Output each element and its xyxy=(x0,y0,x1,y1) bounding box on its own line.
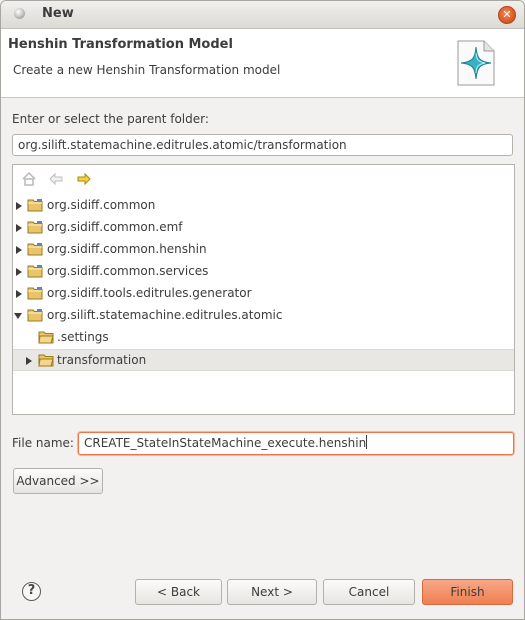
tree-item[interactable]: org.sidiff.common.emf xyxy=(13,217,514,239)
folder-icon xyxy=(38,331,54,344)
tree-item-label: org.sidiff.common.emf xyxy=(47,220,183,234)
tree-item-label: org.silift.statemachine.editrules.atomic xyxy=(47,308,283,322)
tree-item-label: org.sidiff.common.services xyxy=(47,264,209,278)
tree-item[interactable]: .settings xyxy=(13,327,514,349)
back-button[interactable]: < Back xyxy=(135,579,222,605)
tree-item-label: org.sidiff.tools.editrules.generator xyxy=(47,286,252,300)
page-description: Create a new Henshin Transformation mode… xyxy=(13,63,281,77)
tree-item[interactable]: org.sidiff.common.henshin xyxy=(13,239,514,261)
expand-arrow-icon[interactable] xyxy=(16,268,22,276)
text-cursor xyxy=(366,435,368,449)
close-button[interactable]: ✕ xyxy=(498,6,516,24)
finish-button[interactable]: Finish xyxy=(422,579,513,605)
forward-arrow-icon[interactable] xyxy=(76,171,92,187)
tree-item-label: transformation xyxy=(57,353,147,367)
file-name-field[interactable]: CREATE_StateInStateMachine_execute.hensh… xyxy=(78,432,514,455)
file-name-value: CREATE_StateInStateMachine_execute.hensh… xyxy=(84,436,367,450)
tree-item-selected[interactable]: transformation xyxy=(13,349,514,371)
back-arrow-icon[interactable] xyxy=(48,171,64,187)
page-title: Henshin Transformation Model xyxy=(8,37,233,52)
parent-folder-label: Enter or select the parent folder: xyxy=(12,112,209,126)
henshin-wizard-icon xyxy=(457,40,495,86)
tree-item[interactable]: org.sidiff.common.services xyxy=(13,261,514,283)
project-folder-icon xyxy=(27,309,43,322)
project-folder-icon xyxy=(27,243,43,256)
home-icon[interactable] xyxy=(21,171,37,187)
expand-arrow-icon[interactable] xyxy=(16,290,22,298)
project-folder-icon xyxy=(27,199,43,212)
help-icon[interactable]: ? xyxy=(22,582,41,601)
title-bar: New ✕ xyxy=(1,1,524,29)
collapse-arrow-icon[interactable] xyxy=(14,313,22,319)
close-icon: ✕ xyxy=(502,8,512,21)
tree-toolbar xyxy=(13,165,514,193)
advanced-button[interactable]: Advanced >> xyxy=(13,468,103,494)
project-folder-icon xyxy=(27,221,43,234)
project-folder-icon xyxy=(27,265,43,278)
tree-item[interactable]: org.silift.statemachine.editrules.atomic xyxy=(13,305,514,327)
cancel-button[interactable]: Cancel xyxy=(323,579,415,605)
folder-tree[interactable]: org.sidiff.common org.sidiff.common.emf … xyxy=(12,164,515,415)
next-button[interactable]: Next > xyxy=(227,579,317,605)
window-title: New xyxy=(42,6,74,21)
tree-item-label: .settings xyxy=(57,330,109,344)
tree-item[interactable]: org.sidiff.common xyxy=(13,195,514,217)
project-folder-icon xyxy=(27,287,43,300)
folder-icon xyxy=(38,354,54,367)
expand-arrow-icon[interactable] xyxy=(16,202,22,210)
file-name-label: File name: xyxy=(12,436,74,450)
expand-arrow-icon[interactable] xyxy=(26,357,32,365)
tree-item-label: org.sidiff.common xyxy=(47,198,156,212)
expand-arrow-icon[interactable] xyxy=(16,224,22,232)
expand-arrow-icon[interactable] xyxy=(16,246,22,254)
tree-item-label: org.sidiff.common.henshin xyxy=(47,242,207,256)
tree-item[interactable]: org.sidiff.tools.editrules.generator xyxy=(13,283,514,305)
wizard-header: Henshin Transformation Model Create a ne… xyxy=(1,29,524,98)
new-wizard-dialog: New ✕ Henshin Transformation Model Creat… xyxy=(0,0,525,620)
window-menu-icon[interactable] xyxy=(14,8,25,19)
parent-folder-field[interactable]: org.silift.statemachine.editrules.atomic… xyxy=(12,134,513,156)
